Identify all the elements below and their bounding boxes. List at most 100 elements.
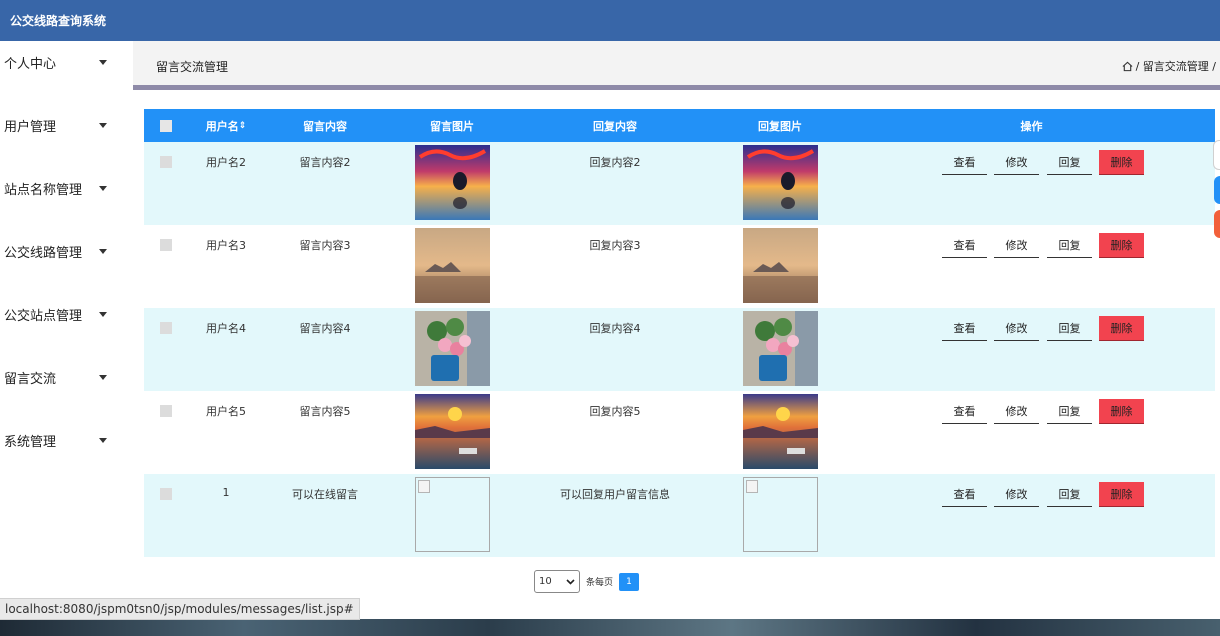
reply-button[interactable]: 回复 (1047, 482, 1092, 507)
sidebar-item-station-name-management[interactable]: 站点名称管理 (0, 168, 133, 208)
cell-username: 用户名5 (188, 391, 264, 474)
reply-text: 可以回复用户留言信息 (560, 488, 670, 501)
thumbnail-image (742, 142, 818, 225)
cell-username: 用户名2 (188, 142, 264, 225)
sidebar-item-personal-center[interactable]: 个人中心 (0, 42, 133, 82)
delete-button[interactable]: 删除 (1099, 233, 1144, 258)
caret-down-icon (99, 185, 107, 191)
row-select-cell (144, 308, 188, 391)
row-checkbox[interactable] (160, 488, 172, 500)
table-row: 用户名2 留言内容2 回复内容2 查看 修改 回复 删除 (144, 142, 1215, 225)
sidebar-item-messages[interactable]: 留言交流 (0, 357, 133, 397)
cell-message-image (386, 225, 518, 308)
cell-reply: 回复内容4 (518, 308, 712, 391)
edit-button[interactable]: 修改 (994, 399, 1039, 424)
view-button[interactable]: 查看 (942, 150, 987, 175)
page-size-value: 10 (539, 576, 552, 587)
header-reply-label: 回复内容 (593, 119, 637, 133)
home-icon[interactable] (1122, 61, 1133, 72)
username-text: 用户名5 (206, 405, 246, 418)
select-all-checkbox[interactable] (160, 119, 172, 132)
caret-down-icon (99, 59, 107, 65)
broken-image-placeholder (742, 477, 818, 552)
reply-text: 回复内容4 (589, 322, 641, 335)
reply-button[interactable]: 回复 (1047, 233, 1092, 258)
edit-button[interactable]: 修改 (994, 233, 1039, 258)
content-text: 留言内容5 (299, 405, 351, 418)
cell-reply: 回复内容2 (518, 142, 712, 225)
thumbnail-image (742, 225, 818, 308)
sidebar-item-user-management[interactable]: 用户管理 (0, 105, 133, 145)
page-size-select[interactable]: 10 (534, 570, 580, 593)
reply-button[interactable]: 回复 (1047, 399, 1092, 424)
edit-button[interactable]: 修改 (994, 482, 1039, 507)
delete-button[interactable]: 删除 (1099, 316, 1144, 341)
chevron-down-icon (566, 578, 575, 585)
sidebar-item-bus-line-management[interactable]: 公交线路管理 (0, 231, 133, 271)
cell-reply-image (712, 391, 848, 474)
thumbnail-image (414, 142, 490, 225)
background-image-strip (0, 619, 1220, 636)
page-title: 留言交流管理 (156, 60, 229, 74)
delete-button[interactable]: 删除 (1099, 150, 1144, 175)
pagination: 10 条每页 1 (534, 570, 640, 593)
view-button[interactable]: 查看 (942, 482, 987, 507)
header-image: 留言图片 (386, 109, 518, 142)
sort-icon: ⇕ (238, 120, 247, 131)
caret-down-icon (99, 437, 107, 443)
cell-reply-image (712, 308, 848, 391)
app-title-bar: 公交线路查询系统 (0, 0, 1220, 41)
row-select-cell (144, 142, 188, 225)
page-number-button[interactable]: 1 (619, 572, 640, 591)
cell-message-image (386, 142, 518, 225)
cell-username: 用户名3 (188, 225, 264, 308)
content-text: 留言内容3 (299, 239, 351, 252)
broken-image-placeholder (414, 477, 490, 552)
username-text: 用户名4 (206, 322, 246, 335)
delete-button[interactable]: 删除 (1099, 482, 1144, 507)
row-select-cell (144, 225, 188, 308)
edit-button[interactable]: 修改 (994, 316, 1039, 341)
thumbnail-image (414, 225, 490, 308)
cell-content: 可以在线留言 (264, 474, 386, 557)
cell-content: 留言内容3 (264, 225, 386, 308)
header-reply-image-label: 回复图片 (758, 119, 802, 133)
breadcrumb-text[interactable]: / 留言交流管理 / (1136, 58, 1216, 74)
main-content: 留言交流管理 / 留言交流管理 / 用户名 ⇕ 留言内容 留言图片 回复内容 回复… (133, 41, 1220, 601)
cell-reply-image (712, 225, 848, 308)
thumbnail-image (414, 308, 490, 391)
cell-username: 用户名4 (188, 308, 264, 391)
reply-button[interactable]: 回复 (1047, 150, 1092, 175)
view-button[interactable]: 查看 (942, 316, 987, 341)
row-checkbox[interactable] (160, 156, 172, 168)
cell-reply: 回复内容5 (518, 391, 712, 474)
view-button[interactable]: 查看 (942, 399, 987, 424)
header-content: 留言内容 (264, 109, 386, 142)
cell-message-image (386, 308, 518, 391)
table-row: 用户名3 留言内容3 回复内容3 查看 修改 回复 删除 (144, 225, 1215, 308)
sidebar-item-label: 个人中心 (4, 56, 57, 72)
sidebar-item-bus-stop-management[interactable]: 公交站点管理 (0, 294, 133, 334)
header-reply: 回复内容 (518, 109, 712, 142)
cell-content: 留言内容4 (264, 308, 386, 391)
view-button[interactable]: 查看 (942, 233, 987, 258)
row-checkbox[interactable] (160, 239, 172, 251)
side-float-button[interactable] (1213, 140, 1220, 170)
reply-text: 回复内容3 (589, 239, 641, 252)
content-text: 留言内容4 (299, 322, 351, 335)
cell-content: 留言内容2 (264, 142, 386, 225)
table-row: 1 可以在线留言 可以回复用户留言信息 查看 修改 回复 删除 (144, 474, 1215, 557)
side-float-button-orange[interactable] (1214, 210, 1220, 238)
browser-status-url: localhost:8080/jspm0tsn0/jsp/modules/mes… (0, 598, 360, 620)
sidebar-item-label: 公交线路管理 (4, 245, 83, 261)
header-username[interactable]: 用户名 ⇕ (188, 109, 264, 142)
row-checkbox[interactable] (160, 322, 172, 334)
row-select-cell (144, 391, 188, 474)
side-float-button-blue[interactable] (1214, 176, 1220, 204)
reply-button[interactable]: 回复 (1047, 316, 1092, 341)
delete-button[interactable]: 删除 (1099, 399, 1144, 424)
sidebar-item-system-management[interactable]: 系统管理 (0, 420, 133, 460)
row-checkbox[interactable] (160, 405, 172, 417)
header-image-label: 留言图片 (430, 119, 474, 133)
edit-button[interactable]: 修改 (994, 150, 1039, 175)
